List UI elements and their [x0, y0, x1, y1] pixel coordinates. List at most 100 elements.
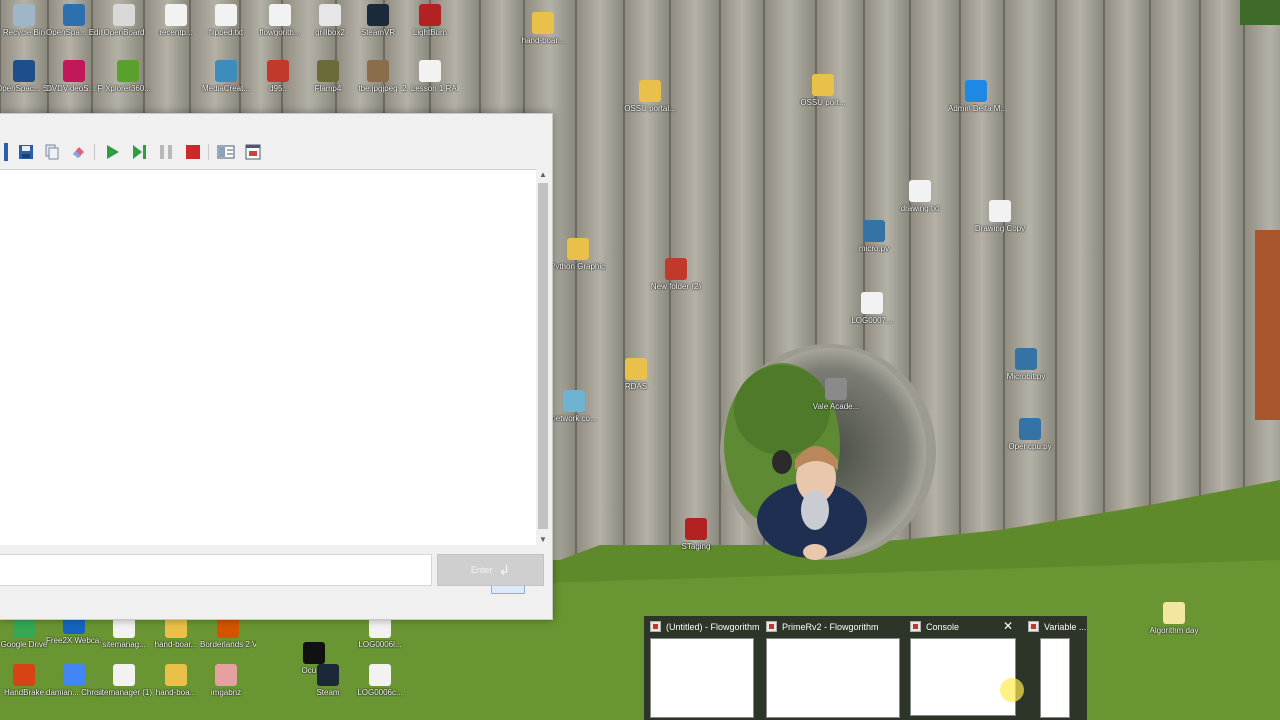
desktop-icon-bottom-8[interactable]: sitemanager (1).xml [96, 664, 152, 697]
desktop-icon-right-11[interactable]: Vale Acade... [808, 378, 864, 411]
desktop-icon-right-13[interactable]: Opencpu.py [1002, 418, 1058, 451]
desktop-icon-right-5[interactable]: Drawing Copy [972, 200, 1028, 233]
recycle-bin-icon [13, 4, 35, 26]
desktop-icon-label: Python Graphic... [550, 262, 606, 271]
desktop-icon-label: Algorithm day [1149, 626, 1199, 635]
desktop-icon-bottom-12[interactable]: Steam [300, 664, 356, 697]
run-icon[interactable] [102, 142, 122, 162]
scroll-thumb[interactable] [538, 183, 548, 529]
handbrake-icon [13, 664, 35, 686]
scroll-down-icon[interactable]: ▼ [536, 534, 550, 546]
desktop-icon-label: STaging [681, 542, 711, 551]
enter-button[interactable]: Enter ↲ [437, 554, 544, 586]
layout-icon[interactable] [216, 142, 236, 162]
desktop-icon-label: Drawing Copy [974, 224, 1026, 233]
console-toolbar [0, 138, 552, 166]
desktop-icon-top-14[interactable]: Flamp4 [300, 60, 356, 93]
preview-primerv2-flowgorithm[interactable]: PrimeRv2 - Flowgorithm [760, 616, 904, 720]
desktop-icon-right-12[interactable]: network co... [546, 390, 602, 423]
preview-thumbnail [910, 638, 1016, 716]
desktop-icon-label: Microbit.py [1006, 372, 1046, 381]
desktop-icon-right-8[interactable]: LOG0007... [844, 292, 900, 325]
desktop-icon-right-15[interactable]: Algorithm day [1146, 602, 1202, 635]
folder-icon [165, 664, 187, 686]
desktop-icon-top-11[interactable]: Xplorer360... [100, 60, 156, 93]
steamvr-icon [367, 4, 389, 26]
eraser-icon[interactable] [68, 142, 88, 162]
image-file-icon [367, 60, 389, 82]
desktop-icon-right-4[interactable]: micro.py [846, 220, 902, 253]
step-icon[interactable] [129, 142, 149, 162]
edge-icon [965, 80, 987, 102]
desktop-icon-bottom-5[interactable]: LOG0006l... [352, 616, 408, 649]
desktop-icon-bottom-13[interactable]: LOG0006c... [352, 664, 408, 697]
desktop-icon-top-8[interactable]: LightBurn [402, 4, 458, 37]
desktop-icon-right-6[interactable]: Python Graphic... [550, 238, 606, 271]
desktop-icon-label: d95.. [269, 84, 287, 93]
desktop-icon-top-10[interactable]: DVDVideoS... Free Studio [46, 60, 102, 93]
desktop-icon-bottom-4[interactable]: Borderlands 2 VR [200, 616, 256, 649]
desktop-icon-top-2[interactable]: OpenBoard [96, 4, 152, 37]
desktop-icon-label: micro.py [858, 244, 890, 253]
desktop-icon-right-14[interactable]: STaging [668, 518, 724, 551]
stop-icon[interactable] [183, 142, 203, 162]
save-icon[interactable] [16, 142, 36, 162]
desktop-icon-label: drawing.txt [900, 204, 940, 213]
desktop-icon-bottom-9[interactable]: hand-boa... [148, 664, 204, 697]
preview-thumbnail [1040, 638, 1070, 718]
desktop-icon-bottom-6[interactable]: HandBrake [0, 664, 52, 697]
desktop-icon-right-0[interactable]: OSSU portal... [622, 80, 678, 113]
image-file-icon [319, 4, 341, 26]
mediacreation-icon [215, 60, 237, 82]
pause-icon[interactable] [156, 142, 176, 162]
desktop-icon-right-2[interactable]: Admin Delta M... [948, 80, 1004, 113]
desktop-icon-top-15[interactable]: tbe.jpgjpeg [350, 60, 406, 93]
preview-close-icon[interactable]: ✕ [1003, 619, 1013, 633]
desktop-icon-top-1[interactable]: OpenSpa... Editor [46, 4, 102, 37]
desktop-icon-label: hand-boa... [155, 688, 197, 697]
preview-variable-watch[interactable]: Variable ... [1022, 616, 1087, 720]
desktop-icon-top-17[interactable]: hand-boar... [515, 12, 571, 45]
preview-thumbnail [650, 638, 754, 718]
scroll-up-icon[interactable]: ▲ [536, 169, 550, 181]
console-scrollbar[interactable]: ▲ ▼ [536, 169, 550, 546]
desktop-icon-top-0[interactable]: Recycle Bin [0, 4, 52, 37]
desktop-icon-top-5[interactable]: flowgorith... [252, 4, 308, 37]
taskbar-previews: (Untitled) - Flowgorithm PrimeRv2 - Flow… [644, 616, 1087, 720]
document-icon [419, 60, 441, 82]
desktop-icon-top-7[interactable]: SteamVR [350, 4, 406, 37]
desktop-icon-bottom-2[interactable]: sitemanag... [96, 616, 152, 649]
folder-icon [812, 74, 834, 96]
desktop-icon-bottom-0[interactable]: Google Drive [0, 616, 52, 649]
desktop-icon-right-10[interactable]: RDAS [608, 358, 664, 391]
openboard-icon [113, 4, 135, 26]
desktop-icon-bottom-7[interactable]: damian... Chrome [46, 664, 102, 697]
mouse-cursor-icon [1000, 678, 1024, 702]
desktop-icon-label: sitemanager (1).xml [96, 688, 152, 697]
folder-icon [665, 258, 687, 280]
desktop-icon-bottom-10[interactable]: imgabnz [198, 664, 254, 697]
desktop-icon-bottom-3[interactable]: hand-boar... [148, 616, 204, 649]
desktop-icon-label: sitemanag... [102, 640, 146, 649]
video-file-icon [317, 60, 339, 82]
preview-untitled-flowgorithm[interactable]: (Untitled) - Flowgorithm [644, 616, 760, 720]
console-output-area[interactable]: 9 [0, 169, 536, 594]
desktop-icon-label: SteamVR [360, 28, 396, 37]
console-input[interactable] [0, 554, 432, 586]
preview-title: Console [926, 621, 960, 632]
desktop-icon-label: DVDVideoS... Free Studio [46, 84, 102, 93]
desktop-icon-right-1[interactable]: OSSU port... [795, 74, 851, 107]
desktop-icon-top-9[interactable]: OpenSpac... Shortcut [0, 60, 52, 93]
desktop-icon-right-9[interactable]: Microbit.py [998, 348, 1054, 381]
copy-icon[interactable] [42, 142, 62, 162]
window-icon[interactable] [243, 142, 263, 162]
folder-icon [639, 80, 661, 102]
desktop-icon-right-7[interactable]: New folder (2) [648, 258, 704, 291]
desktop-icon-top-16[interactable]: 2. Lesson 1 RAM and R... [402, 60, 458, 93]
desktop-icon-right-3[interactable]: drawing.txt [892, 180, 948, 213]
desktop-icon-top-12[interactable]: MediaCreat... [198, 60, 254, 93]
desktop-icon-label: Borderlands 2 VR [200, 640, 256, 649]
desktop-icon-top-13[interactable]: d95.. [250, 60, 306, 93]
desktop-icon-top-4[interactable]: flipped.txt [198, 4, 254, 37]
desktop-icon-top-3[interactable]: recentp... [148, 4, 204, 37]
